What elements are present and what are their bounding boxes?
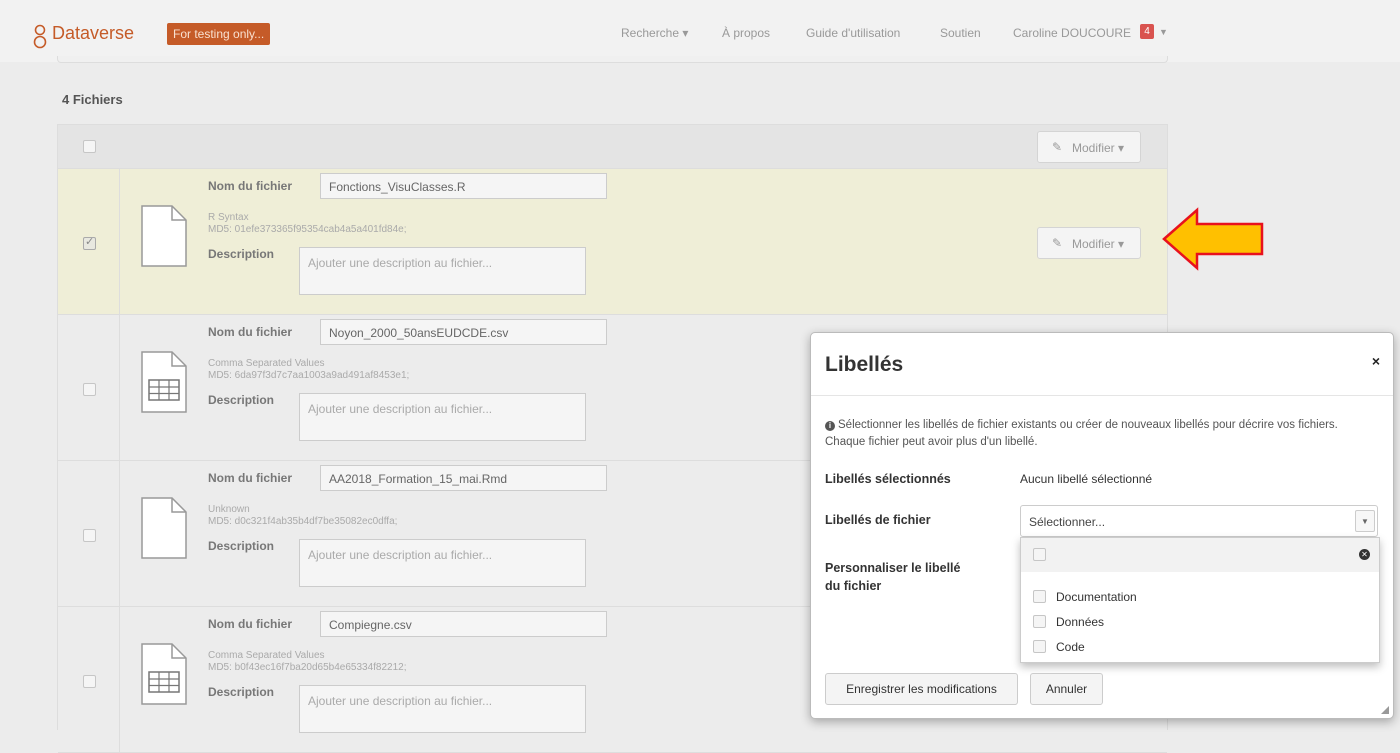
pointer-arrow-icon (1162, 207, 1264, 271)
cancel-button[interactable]: Annuler (1030, 673, 1103, 705)
modal-title: Libellés (825, 353, 904, 376)
panel-edge (57, 56, 1168, 63)
table-header: ✎ Modifier ▾ (58, 125, 1167, 169)
save-changes-button[interactable]: Enregistrer les modifications (825, 673, 1018, 705)
tags-dropdown: ✕ Documentation Données Code (1020, 537, 1380, 663)
file-icon (141, 497, 187, 559)
description-input[interactable]: Ajouter une description au fichier... (299, 247, 586, 295)
selected-labels-label: Libellés sélectionnés (825, 472, 951, 486)
file-tags-label: Libellés de fichier (825, 513, 931, 527)
notification-badge[interactable]: 4 (1140, 24, 1154, 39)
table-row: Nom du fichier Fonctions_VisuClasses.R R… (58, 169, 1167, 315)
close-icon[interactable]: × (1372, 353, 1380, 369)
file-name-input[interactable]: Fonctions_VisuClasses.R (320, 173, 607, 199)
row-checkbox[interactable] (83, 529, 96, 542)
chevron-down-icon[interactable]: ▼ (1355, 510, 1375, 532)
dropdown-select-all-checkbox[interactable] (1033, 548, 1046, 561)
option-checkbox-documentation[interactable] (1033, 590, 1046, 603)
file-icon (141, 205, 187, 267)
row-checkbox[interactable] (83, 383, 96, 396)
custom-label-label: Personnaliser le libellé du fichier (825, 561, 961, 593)
testing-badge: For testing only... (167, 23, 271, 45)
description-label: Description (208, 247, 275, 261)
option-donnees[interactable]: Données (1056, 615, 1104, 629)
resize-handle-icon[interactable] (1381, 706, 1389, 714)
table-file-icon (141, 351, 187, 413)
nav-user-menu[interactable]: Caroline DOUCOURE (1013, 26, 1131, 40)
file-name-input[interactable]: Noyon_2000_50ansEUDCDE.csv (320, 319, 607, 345)
modal-info-text: i Sélectionner les libellés de fichier ex… (825, 419, 1338, 448)
user-caret-icon[interactable]: ▼ (1159, 27, 1168, 37)
file-type: Comma Separated Values (208, 650, 325, 661)
dropdown-header: ✕ (1021, 538, 1379, 572)
pencil-icon: ✎ (1052, 140, 1063, 154)
file-name-label: Nom du fichier (208, 325, 293, 339)
nav-search-menu[interactable]: Recherche ▾ (621, 26, 688, 40)
file-tags-select[interactable]: Sélectionner... ▼ (1020, 505, 1378, 537)
nav-support[interactable]: Soutien (940, 26, 981, 40)
row-modify-button[interactable]: ✎ Modifier ▾ (1037, 227, 1141, 259)
header-modify-button[interactable]: ✎ Modifier ▾ (1037, 131, 1141, 163)
info-icon: i (825, 421, 835, 431)
labels-modal: Libellés × i Sélectionner les libellés de… (810, 332, 1394, 719)
file-name-input[interactable]: AA2018_Formation_15_mai.Rmd (320, 465, 607, 491)
selected-labels-value: Aucun libellé sélectionné (1020, 472, 1153, 486)
nav-about[interactable]: À propos (722, 26, 770, 40)
dataverse-logo-icon[interactable] (33, 24, 47, 50)
file-name-label: Nom du fichier (208, 179, 293, 193)
pencil-icon: ✎ (1052, 236, 1063, 250)
file-name-input[interactable]: Compiegne.csv (320, 611, 607, 637)
file-type: R Syntax (208, 212, 249, 223)
file-md5: MD5: b0f43ec16f7ba20d65b4e65334f82212; (208, 662, 407, 673)
file-name-label: Nom du fichier (208, 471, 293, 485)
description-label: Description (208, 685, 275, 699)
option-documentation[interactable]: Documentation (1056, 590, 1137, 604)
option-checkbox-donnees[interactable] (1033, 615, 1046, 628)
file-type: Unknown (208, 504, 250, 515)
description-input[interactable]: Ajouter une description au fichier... (299, 393, 586, 441)
table-file-icon (141, 643, 187, 705)
navbar: Dataverse For testing only... Recherche … (0, 0, 1400, 62)
files-count: 4 Fichiers (62, 92, 123, 107)
description-label: Description (208, 539, 275, 553)
file-md5: MD5: 01efe373365f95354cab4a5a401fd84e; (208, 224, 407, 235)
option-code[interactable]: Code (1056, 640, 1085, 654)
brand-name[interactable]: Dataverse (52, 23, 134, 44)
description-input[interactable]: Ajouter une description au fichier... (299, 685, 586, 733)
description-label: Description (208, 393, 275, 407)
file-name-label: Nom du fichier (208, 617, 293, 631)
file-md5: MD5: 6da97f3d7c7aa1003a9ad491af8453e1; (208, 370, 410, 381)
option-checkbox-code[interactable] (1033, 640, 1046, 653)
row-checkbox[interactable] (83, 675, 96, 688)
file-type: Comma Separated Values (208, 358, 325, 369)
select-all-checkbox[interactable] (83, 140, 96, 153)
clear-icon[interactable]: ✕ (1359, 549, 1370, 560)
file-md5: MD5: d0c321f4ab35b4df7be35082ec0dffa; (208, 516, 398, 527)
select-placeholder: Sélectionner... (1029, 515, 1106, 529)
row-checkbox[interactable] (83, 235, 96, 250)
description-input[interactable]: Ajouter une description au fichier... (299, 539, 586, 587)
nav-user-guide[interactable]: Guide d'utilisation (806, 26, 900, 40)
